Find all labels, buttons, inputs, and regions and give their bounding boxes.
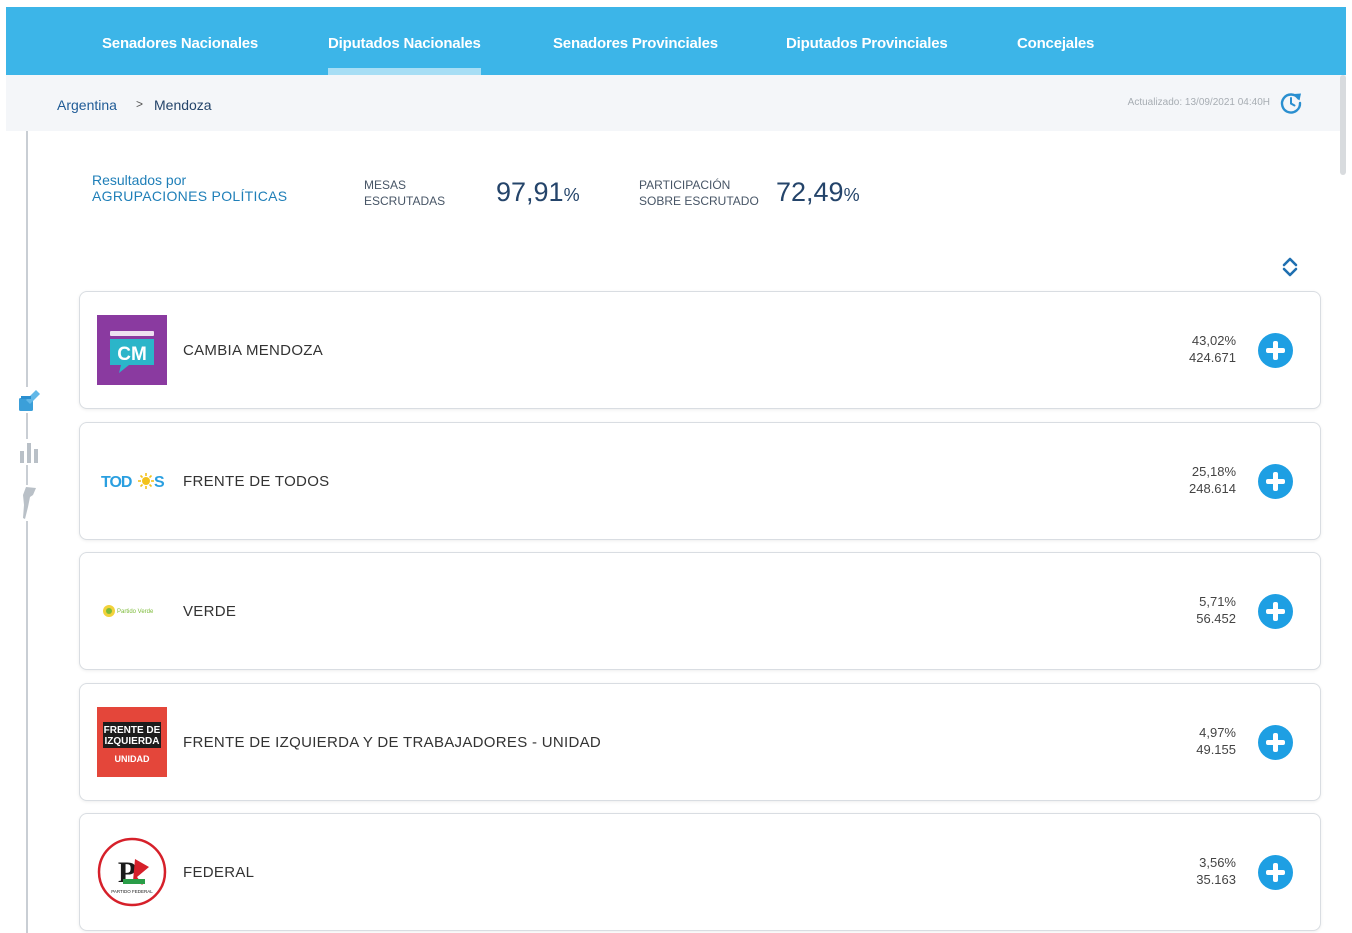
expand-plus-button[interactable] [1258, 333, 1293, 368]
cambia-mendoza-logo: CM [97, 315, 167, 385]
todos-logo-text-b: S [154, 474, 165, 491]
frente-de-todos-logo: TOD S [101, 473, 165, 491]
left-rail-line [26, 131, 28, 933]
scrollbar-thumb[interactable] [1340, 75, 1346, 175]
participacion-value: 72,49% [776, 177, 860, 208]
todos-logo-text-a: TOD [101, 474, 132, 491]
bar-chart-icon[interactable] [17, 439, 41, 465]
mesas-label-line-2: ESCRUTADAS [364, 194, 446, 208]
party-name: CAMBIA MENDOZA [183, 342, 324, 359]
participacion-percent-sign: % [843, 185, 860, 205]
party-votes: 49.155 [1196, 742, 1236, 757]
tab-diputados-provinciales[interactable]: Diputados Provinciales [786, 7, 948, 75]
breadcrumb-bar: Argentina > Mendoza Actualizado: 13/09/2… [6, 75, 1346, 131]
expand-plus-button[interactable] [1258, 855, 1293, 890]
fit-logo-line-1: FRENTE DE [104, 725, 161, 736]
fit-unidad-logo: FRENTE DE IZQUIERDA UNIDAD [97, 707, 167, 777]
party-percent: 3,56% [1199, 855, 1236, 870]
party-percent: 4,97% [1199, 725, 1236, 740]
federal-logo: P PARTIDO FEDERAL [97, 837, 167, 907]
map-icon[interactable] [17, 485, 41, 521]
breadcrumb-mendoza: Mendoza [154, 97, 212, 113]
mesas-label: MESAS ESCRUTADAS [364, 177, 445, 209]
cambia-mendoza-logo-text: CM [117, 344, 147, 365]
breadcrumb-argentina[interactable]: Argentina [57, 97, 117, 113]
mesas-number: 97,91 [496, 177, 564, 207]
party-name: FRENTE DE IZQUIERDA Y DE TRABAJADORES - … [183, 734, 602, 751]
mesas-value: 97,91% [496, 177, 580, 208]
sort-toggle-icon[interactable] [1280, 255, 1300, 279]
results-line-1: Resultados por [92, 172, 187, 188]
mesas-percent-sign: % [563, 185, 580, 205]
party-name: FRENTE DE TODOS [183, 473, 330, 490]
party-votes: 248.614 [1189, 481, 1236, 496]
results-line-2: AGRUPACIONES POLÍTICAS [92, 188, 288, 204]
expand-plus-button[interactable] [1258, 464, 1293, 499]
breadcrumb-separator: > [136, 97, 144, 111]
participacion-label-line-1: PARTICIPACIÓN [639, 178, 731, 192]
participacion-label-line-2: SOBRE ESCRUTADO [639, 194, 759, 208]
tab-concejales[interactable]: Concejales [1017, 7, 1094, 75]
party-card-verde: Partido Verde VERDE 5,71% 56.452 [79, 552, 1321, 670]
expand-plus-button[interactable] [1258, 725, 1293, 760]
party-votes: 35.163 [1196, 872, 1236, 887]
party-card-cambia-mendoza: CM CAMBIA MENDOZA 43,02% 424.671 [79, 291, 1321, 409]
mesas-label-line-1: MESAS [364, 178, 407, 192]
party-card-fit-unidad: FRENTE DE IZQUIERDA UNIDAD FRENTE DE IZQ… [79, 683, 1321, 801]
fit-logo-line-3: UNIDAD [115, 754, 150, 764]
verde-logo-text: Partido Verde [117, 609, 154, 615]
fit-logo-line-2: IZQUIERDA [105, 736, 160, 747]
federal-logo-letter: P [118, 856, 136, 889]
party-votes: 56.452 [1196, 611, 1236, 626]
party-votes: 424.671 [1189, 350, 1236, 365]
federal-logo-subtext: PARTIDO FEDERAL [111, 889, 153, 894]
verde-logo: Partido Verde [103, 605, 154, 617]
refresh-icon[interactable] [1278, 90, 1304, 116]
app-frame: Senadores Nacionales Diputados Nacionale… [6, 7, 1346, 933]
party-card-frente-de-todos: TOD S FRENTE DE TODOS 25,18% 248.614 [79, 422, 1321, 540]
tab-diputados-nacionales[interactable]: Diputados Nacionales [328, 7, 481, 75]
top-nav: Senadores Nacionales Diputados Nacionale… [6, 7, 1346, 75]
tab-senadores-provinciales[interactable]: Senadores Provinciales [553, 7, 718, 75]
participacion-label: PARTICIPACIÓN SOBRE ESCRUTADO [639, 177, 759, 209]
party-percent: 43,02% [1191, 333, 1236, 348]
tab-senadores-nacionales[interactable]: Senadores Nacionales [102, 7, 258, 75]
ballot-box-icon[interactable] [17, 387, 41, 413]
updated-timestamp: Actualizado: 13/09/2021 04:40H [1127, 97, 1270, 108]
party-percent: 5,71% [1199, 594, 1236, 609]
party-name: FEDERAL [183, 864, 255, 881]
party-percent: 25,18% [1191, 464, 1236, 479]
party-name: VERDE [183, 603, 237, 620]
party-card-federal: P PARTIDO FEDERAL FEDERAL 3,56% 35.163 [79, 813, 1321, 931]
participacion-number: 72,49 [776, 177, 844, 207]
expand-plus-button[interactable] [1258, 594, 1293, 629]
results-by-label: Resultados por AGRUPACIONES POLÍTICAS [92, 172, 287, 204]
